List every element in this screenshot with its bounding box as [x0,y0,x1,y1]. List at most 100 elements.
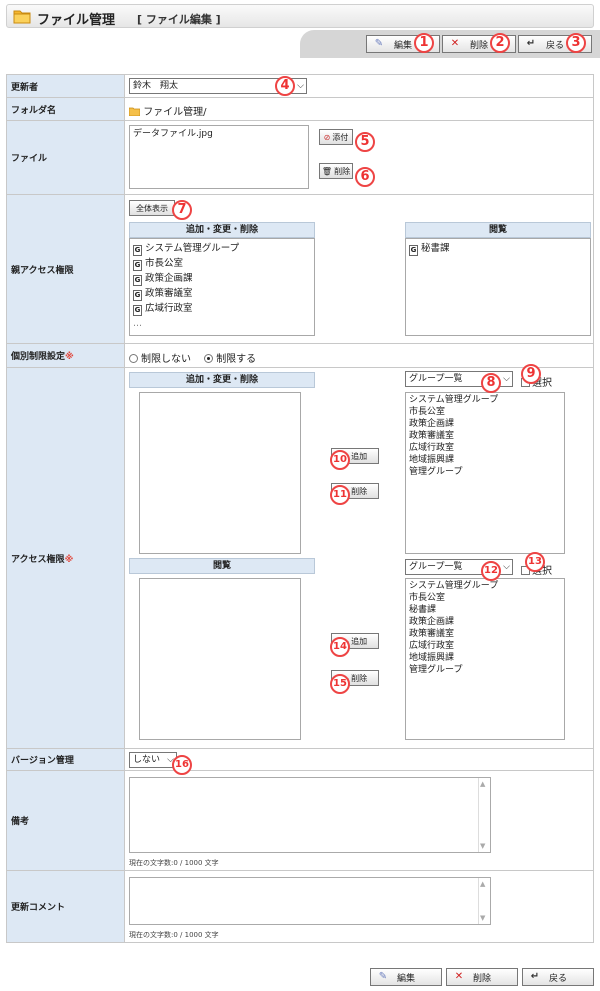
folder-path: ファイル管理/ [128,103,207,118]
list-item[interactable]: 政策企画課 [409,616,561,628]
back-button-label: 戻る [545,40,564,51]
update-comment-label: 更新コメント [6,870,125,943]
list-item: G システム管理グループ [133,243,240,256]
delete-button-label: 削除 [469,40,488,51]
file-delete-button[interactable]: 🗑 削除 [319,163,353,179]
callout-7: 7 [172,200,192,220]
version-label: バージョン管理 [6,748,125,771]
update-comment-char-counter: 現在の文字数:0 / 1000 文字 [129,931,219,939]
list-more: ... [133,318,143,329]
delete-x-icon: ✕ [454,971,464,982]
file-label: ファイル [6,120,125,195]
scrollbar[interactable]: ▲ ▼ [478,878,490,924]
list-item[interactable]: 政策審議室 [409,628,561,640]
pencil-icon: ✎ [374,38,384,49]
list-item[interactable]: 市長公室 [409,592,561,604]
group-icon: G [133,275,142,286]
folder-icon [13,10,31,24]
radio-restrict[interactable]: 制限する [204,354,256,365]
updater-cell: 鈴木 翔太 ⌵ [124,74,594,98]
list-item: G 市長公室 [133,258,184,271]
list-item[interactable]: 秘書課 [409,604,561,616]
updater-value: 鈴木 翔太 [133,81,179,91]
file-name[interactable]: データファイル.jpg [133,129,213,139]
access-view-head: 閲覧 [129,558,315,574]
callout-6: 6 [355,167,375,187]
delete-button-bottom[interactable]: ✕ 削除 [446,968,518,986]
folder-name-value: ファイル管理/ [143,107,207,118]
parent-view-list: G 秘書課 [405,238,591,336]
restriction-label: 個別制限設定※ [6,343,125,368]
show-all-label: 全体表示 [136,203,168,213]
access-label: アクセス権限※ [6,367,125,749]
callout-12: 12 [481,561,501,581]
parent-access-label: 親アクセス権限 [6,194,125,344]
scroll-down-icon: ▼ [480,914,486,922]
list-item[interactable]: システム管理グループ [409,580,561,592]
scroll-up-icon: ▲ [480,880,486,888]
view-group-list[interactable]: システム管理グループ 市長公室 秘書課 政策企画課 政策審議室 広域行政室 地域… [405,578,565,740]
radio-icon [129,354,138,363]
list-item[interactable]: システム管理グループ [409,394,561,406]
callout-5: 5 [355,132,375,152]
parent-edit-head: 追加・変更・削除 [129,222,315,238]
update-comment-textarea[interactable]: ▲ ▼ [129,877,491,925]
back-arrow-icon: ↵ [526,38,536,49]
list-item[interactable]: 管理グループ [409,466,561,478]
callout-8: 8 [481,373,501,393]
group-icon: G [409,245,418,256]
group-icon: G [133,305,142,316]
version-cell: しない ⌵ [124,748,594,771]
list-item[interactable]: 政策企画課 [409,418,561,430]
callout-1: 1 [414,33,434,53]
back-button-bottom[interactable]: ↵ 戻る [522,968,594,986]
list-item[interactable]: 政策審議室 [409,430,561,442]
pencil-icon: ✎ [378,971,388,982]
paperclip-icon: ⊘ [323,132,331,142]
callout-11: 11 [330,485,350,505]
remarks-cell: ▲ ▼ 現在の文字数:0 / 1000 文字 [124,770,594,871]
parent-view-head: 閲覧 [405,222,591,238]
list-item[interactable]: 地域振興課 [409,652,561,664]
list-item[interactable]: 広域行政室 [409,640,561,652]
required-mark: ※ [64,554,74,565]
list-item: G 政策企画課 [133,273,193,286]
scrollbar[interactable]: ▲ ▼ [478,778,490,852]
list-item: G 広域行政室 [133,303,193,316]
callout-15: 15 [330,674,350,694]
version-select[interactable]: しない ⌵ [129,752,177,768]
list-item[interactable]: 地域振興課 [409,454,561,466]
folder-cell: ファイル管理/ [124,97,594,121]
restriction-cell: 制限しない 制限する [124,343,594,368]
title-bar: ファイル管理 [ ファイル編集 ] [6,4,594,28]
callout-4: 4 [275,76,295,96]
group-icon: G [133,260,142,271]
folder-label: フォルダ名 [6,97,125,121]
edit-group-list[interactable]: システム管理グループ 市長公室 政策企画課 政策審議室 広域行政室 地域振興課 … [405,392,565,554]
list-item[interactable]: 広域行政室 [409,442,561,454]
list-item: G 政策審議室 [133,288,193,301]
callout-13: 13 [525,552,545,572]
access-view-selected-list[interactable] [139,578,301,740]
edit-button-bottom[interactable]: ✎ 編集 [370,968,442,986]
radio-checked-icon [204,354,214,363]
required-mark: ※ [65,352,74,362]
file-list[interactable]: データファイル.jpg [129,125,309,189]
show-all-button[interactable]: 全体表示 [129,200,175,216]
attach-button-label: 添付 [332,132,349,142]
list-item[interactable]: 市長公室 [409,406,561,418]
trash-icon: 🗑 [321,166,333,176]
list-item[interactable]: 管理グループ [409,664,561,676]
attach-button[interactable]: ⊘ 添付 [319,129,353,145]
list-item: G 秘書課 [409,243,450,256]
callout-16: 16 [172,755,192,775]
chevron-down-icon: ⌵ [503,374,510,384]
remarks-label: 備考 [6,770,125,871]
access-edit-head: 追加・変更・削除 [129,372,315,388]
access-edit-selected-list[interactable] [139,392,301,554]
delete-x-icon: ✕ [450,38,460,49]
scroll-up-icon: ▲ [480,780,486,788]
radio-no-restriction[interactable]: 制限しない [129,354,191,365]
remarks-textarea[interactable]: ▲ ▼ [129,777,491,853]
folder-small-icon [128,107,141,117]
